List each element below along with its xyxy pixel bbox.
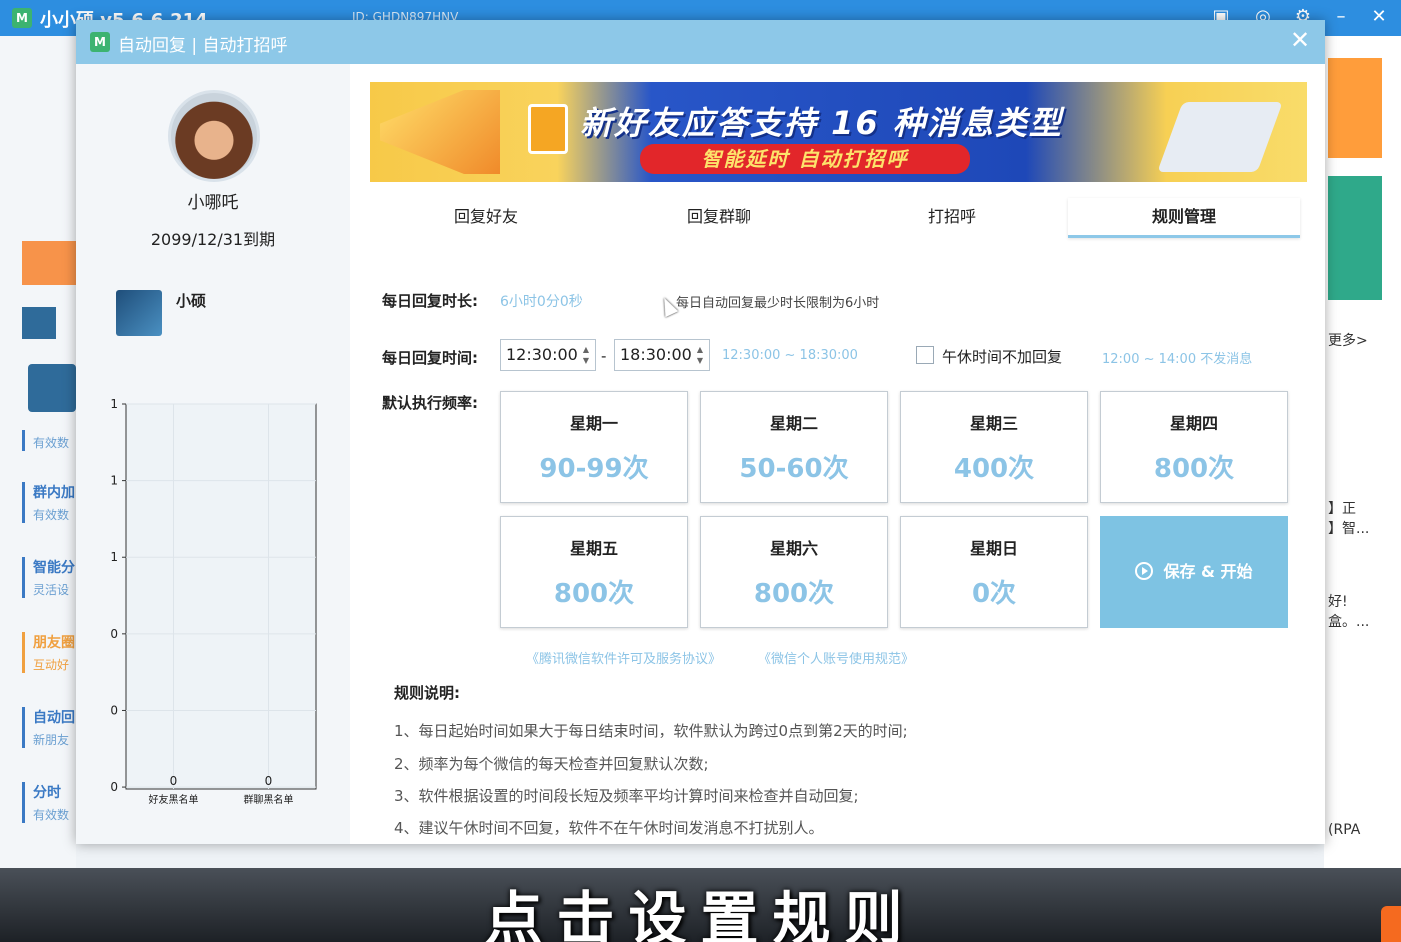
spinner-icon[interactable]: ▲ ▼ bbox=[697, 344, 703, 366]
user-name: 小哪吒 bbox=[187, 193, 239, 213]
background-side-item[interactable]: 朋友圈 互动好 bbox=[22, 632, 78, 673]
background-text: (RPA bbox=[1328, 822, 1361, 838]
background-side-item[interactable]: 自动回 新朋友 bbox=[22, 707, 78, 748]
banner-ribbon: 智能延时 自动打招呼 bbox=[640, 144, 970, 174]
background-text: 】正 bbox=[1328, 501, 1356, 517]
background-text: 盒。... bbox=[1328, 614, 1370, 630]
background-right-panel bbox=[1324, 36, 1401, 868]
auto-reply-dialog: M 自动回复 | 自动打招呼 ✕ 小哪吒 2099/12/31到期 小硕 0 0 … bbox=[76, 20, 1325, 844]
end-time-input[interactable]: 18:30:00 ▲ ▼ bbox=[614, 339, 710, 371]
chart-data-label: 0 bbox=[170, 774, 178, 788]
frequency-label: 默认执行频率: bbox=[382, 394, 478, 412]
wechat-license-link[interactable]: 《腾讯微信软件许可及服务协议》 bbox=[526, 648, 721, 667]
rule-item: 2、频率为每个微信的每天检查并回复默认次数; bbox=[394, 755, 709, 773]
chart-y-tick-label: 1 bbox=[110, 550, 118, 564]
daily-time-label: 每日回复时间: bbox=[382, 349, 478, 367]
dialog-titlebar: M 自动回复 | 自动打招呼 ✕ bbox=[76, 20, 1325, 64]
tab-rules[interactable]: 规则管理 bbox=[1068, 198, 1300, 238]
tab-bar: 回复好友 回复群聊 打招呼 规则管理 bbox=[370, 198, 1307, 240]
start-time-input[interactable]: 12:30:00 ▲ ▼ bbox=[500, 339, 596, 371]
lunch-break-checkbox[interactable] bbox=[916, 346, 934, 364]
lunch-break-label[interactable]: 午休时间不加回复 bbox=[942, 346, 1062, 367]
phone-illustration-icon bbox=[1157, 102, 1283, 172]
chart-y-tick-label: 0 bbox=[110, 627, 118, 641]
close-app-icon[interactable]: ✕ bbox=[1368, 6, 1390, 27]
chart-y-ticks: 1 1 1 0 0 0 bbox=[110, 397, 118, 794]
background-text: 好! bbox=[1328, 594, 1348, 610]
lunch-break-hint: 12:00 ~ 14:00 不发消息 bbox=[1102, 352, 1253, 367]
banner-headline: 新好友应答支持 16 种消息类型 bbox=[580, 104, 1063, 142]
dialog-title: 自动回复 | 自动打招呼 bbox=[118, 36, 288, 56]
day-card-monday[interactable]: 星期一 90-99次 bbox=[500, 391, 688, 503]
rule-item: 4、建议午休时间不回复，软件不在午休时间发消息不打扰别人。 bbox=[394, 819, 824, 837]
tab-reply-groups[interactable]: 回复群聊 bbox=[603, 198, 835, 238]
account-avatar[interactable] bbox=[116, 290, 162, 336]
corner-badge bbox=[1381, 906, 1401, 942]
dialog-logo-icon: M bbox=[90, 32, 110, 52]
rules-panel: 新好友应答支持 16 种消息类型 智能延时 自动打招呼 回复好友 回复群聊 打招… bbox=[350, 64, 1325, 844]
chart-y-tick-label: 1 bbox=[110, 474, 118, 488]
rule-item: 1、每日起始时间如果大于每日结束时间，软件默认为跨过0点到第2天的时间; bbox=[394, 722, 908, 740]
tab-greeting[interactable]: 打招呼 bbox=[836, 198, 1068, 238]
chart-plot-area bbox=[125, 403, 317, 790]
day-card-friday[interactable]: 星期五 800次 bbox=[500, 516, 688, 628]
day-card-wednesday[interactable]: 星期三 400次 bbox=[900, 391, 1088, 503]
rules-title: 规则说明: bbox=[394, 684, 460, 702]
daily-duration-note: 每日自动回复最少时长限制为6小时 bbox=[676, 296, 880, 311]
chart-x-tick-label: 群聊黑名单 bbox=[244, 793, 294, 806]
time-separator: - bbox=[601, 347, 607, 365]
day-card-sunday[interactable]: 星期日 0次 bbox=[900, 516, 1088, 628]
play-icon bbox=[1135, 562, 1154, 580]
dialog-close-button[interactable]: ✕ bbox=[1285, 26, 1315, 54]
daily-duration-value: 6小时0分0秒 bbox=[500, 294, 583, 310]
expire-date: 2099/12/31到期 bbox=[150, 230, 276, 249]
more-link[interactable]: 更多> bbox=[1328, 330, 1368, 350]
account-name[interactable]: 小硕 bbox=[176, 290, 206, 311]
megaphone-icon bbox=[380, 90, 500, 174]
daily-duration-label: 每日回复时长: bbox=[382, 292, 478, 310]
background-side-item[interactable]: 有效数 bbox=[22, 430, 78, 451]
video-subtitle: 点击设置规则 bbox=[484, 885, 917, 942]
rule-item: 3、软件根据设置的时间段长短及频率平均计算时间来检查并自动回复; bbox=[394, 787, 859, 805]
background-side-item[interactable]: 分时 有效数 bbox=[22, 782, 78, 823]
day-card-thursday[interactable]: 星期四 800次 bbox=[1100, 391, 1288, 503]
app-logo-icon: M bbox=[12, 8, 32, 28]
notebook-icon bbox=[528, 104, 568, 154]
background-green-card bbox=[1328, 176, 1382, 300]
chart-y-tick-label: 0 bbox=[110, 703, 118, 717]
day-card-tuesday[interactable]: 星期二 50-60次 bbox=[700, 391, 888, 503]
chart-data-label: 0 bbox=[265, 774, 273, 788]
time-range-hint: 12:30:00 ~ 18:30:00 bbox=[722, 348, 858, 363]
chart-x-ticks: 好友黑名单 群聊黑名单 bbox=[149, 793, 294, 806]
minimize-icon[interactable]: – bbox=[1330, 6, 1352, 27]
background-side-item[interactable]: 群内加 有效数 bbox=[22, 482, 78, 523]
background-orange-card bbox=[22, 241, 78, 285]
tab-reply-friends[interactable]: 回复好友 bbox=[370, 198, 602, 238]
background-text: 】智... bbox=[1328, 521, 1370, 537]
user-avatar bbox=[168, 90, 260, 182]
blacklist-chart: 0 0 1 1 1 0 0 0 好友黑名单 群聊黑名单 bbox=[110, 397, 317, 806]
dialog-sidebar: 小哪吒 2099/12/31到期 小硕 0 0 1 1 1 0 0 0 好友黑名单 群聊黑名单 bbox=[76, 64, 350, 844]
save-and-start-button[interactable]: 保存 & 开始 bbox=[1100, 516, 1288, 628]
background-side-item[interactable]: 智能分 灵活设 bbox=[22, 557, 78, 598]
chart-y-tick-label: 0 bbox=[110, 780, 118, 794]
day-card-saturday[interactable]: 星期六 800次 bbox=[700, 516, 888, 628]
wechat-usage-link[interactable]: 《微信个人账号使用规范》 bbox=[758, 648, 914, 667]
chart-x-tick-label: 好友黑名单 bbox=[149, 793, 199, 806]
background-avatar bbox=[22, 307, 56, 339]
background-book-image bbox=[1328, 58, 1382, 158]
chart-grid bbox=[122, 403, 317, 790]
spinner-icon[interactable]: ▲ ▼ bbox=[583, 344, 589, 366]
chart-y-tick-label: 1 bbox=[110, 397, 118, 411]
promo-banner[interactable]: 新好友应答支持 16 种消息类型 智能延时 自动打招呼 bbox=[370, 82, 1307, 182]
background-avatar-large bbox=[28, 364, 76, 412]
